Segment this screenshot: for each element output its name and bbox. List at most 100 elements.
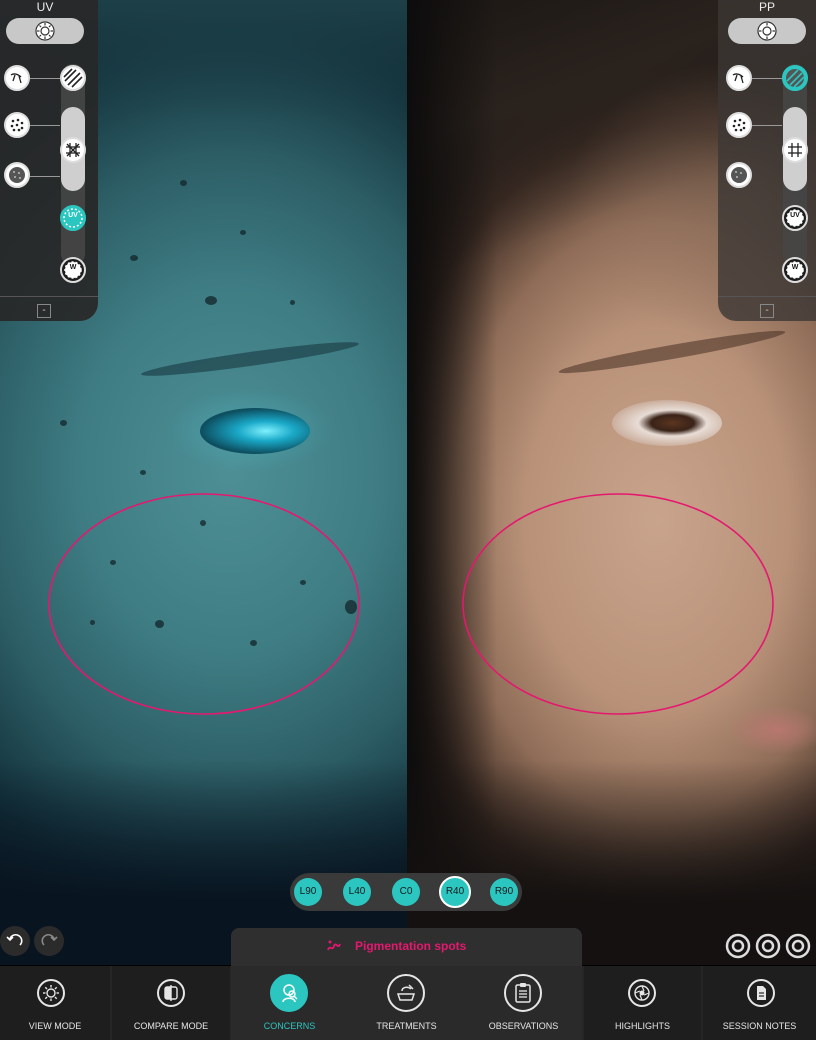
- nav-session-notes[interactable]: SESSION NOTES: [703, 966, 816, 1040]
- pores-icon: [10, 118, 24, 132]
- pigment-spot: [180, 180, 187, 186]
- wrinkles-icon: [10, 73, 22, 84]
- spots-icon: [9, 167, 25, 183]
- concern-label: Pigmentation spots: [355, 939, 467, 953]
- nav-center-group: CONCERNS TREATMENTS OBSERVATIONS: [231, 966, 582, 1040]
- compare-icon: [157, 979, 185, 1007]
- nav-compare-mode[interactable]: COMPARE MODE: [112, 966, 230, 1040]
- white-light-mode-button[interactable]: W: [60, 257, 86, 283]
- nav-label: VIEW MODE: [28, 1021, 82, 1031]
- treatments-icon: [387, 974, 425, 1012]
- grid-filter-button[interactable]: [60, 137, 86, 163]
- w-label: W: [69, 264, 77, 271]
- angle-button-r40[interactable]: R40: [439, 876, 471, 908]
- angle-button-c0[interactable]: C0: [392, 878, 420, 906]
- clipboard-icon: [504, 974, 542, 1012]
- pigment-spot: [290, 300, 295, 305]
- pigment-spot: [110, 560, 116, 565]
- pigment-spot: [140, 470, 146, 475]
- nav-label: SESSION NOTES: [722, 1021, 797, 1031]
- texture-filter-button[interactable]: [60, 65, 86, 91]
- nav-label: COMPARE MODE: [133, 1021, 209, 1031]
- pores-icon: [732, 118, 746, 132]
- pigment-spot: [155, 620, 164, 628]
- nav-label: HIGHLIGHTS: [614, 1021, 670, 1031]
- nav-observations[interactable]: OBSERVATIONS: [465, 966, 582, 1040]
- aperture-icon: [628, 979, 656, 1007]
- spots-icon: [731, 167, 747, 183]
- capture-angle-selector: L90 L40 C0 R40 R90: [290, 873, 522, 911]
- nav-concerns[interactable]: CONCERNS: [231, 966, 348, 1040]
- wrinkles-icon: [732, 73, 744, 84]
- eye: [200, 408, 310, 454]
- nav-label: CONCERNS: [263, 1021, 316, 1031]
- redo-button[interactable]: [34, 926, 64, 956]
- panel-divider: [718, 296, 816, 297]
- white-light-mode-button[interactable]: W: [782, 257, 808, 283]
- grid-filter-button[interactable]: [782, 137, 808, 163]
- pigment-spot: [300, 580, 306, 585]
- connector-line: [30, 78, 60, 79]
- selected-concern-bar[interactable]: Pigmentation spots: [231, 928, 582, 966]
- angle-button-l40[interactable]: L40: [343, 878, 371, 906]
- texture-filter-button[interactable]: [782, 65, 808, 91]
- sun-gear-icon: [37, 979, 65, 1007]
- uv-label: UV: [68, 212, 78, 219]
- connector-line: [30, 125, 60, 126]
- nav-highlights[interactable]: HIGHLIGHTS: [584, 966, 701, 1040]
- grid-icon: [788, 143, 802, 157]
- uv-mode-button[interactable]: UV: [60, 205, 86, 231]
- nav-treatments[interactable]: TREATMENTS: [348, 966, 465, 1040]
- eyebrow: [140, 336, 360, 382]
- eye: [612, 400, 722, 446]
- bottom-navigation: VIEW MODE COMPARE MODE CONCERNS TREATMEN…: [0, 966, 816, 1040]
- spots-filter-button[interactable]: [726, 162, 752, 188]
- pores-filter-button[interactable]: [4, 112, 30, 138]
- texture-icon: [63, 68, 83, 88]
- undo-icon: [6, 933, 23, 946]
- spots-filter-button[interactable]: [4, 162, 30, 188]
- pigment-spot: [130, 255, 138, 261]
- w-label: W: [791, 264, 799, 271]
- lips: [727, 705, 816, 755]
- connector-line: [30, 176, 60, 177]
- pores-filter-button[interactable]: [726, 112, 752, 138]
- sun-gear-icon: [757, 21, 777, 41]
- nav-view-mode[interactable]: VIEW MODE: [0, 966, 110, 1040]
- pigment-spot: [240, 230, 246, 235]
- nav-label: TREATMENTS: [376, 1021, 437, 1031]
- panel-divider: [0, 296, 98, 297]
- concerns-icon: [270, 974, 308, 1012]
- undo-button[interactable]: [0, 926, 30, 956]
- left-image-mode-panel: UV UV W -: [0, 0, 98, 321]
- pigment-spot: [205, 296, 217, 305]
- uv-mode-button[interactable]: UV: [782, 205, 808, 231]
- wrinkles-filter-button[interactable]: [4, 65, 30, 91]
- angle-button-r90[interactable]: R90: [490, 878, 518, 906]
- collapse-panel-button[interactable]: -: [760, 304, 774, 318]
- sun-gear-icon: [35, 21, 55, 41]
- angle-button-l90[interactable]: L90: [294, 878, 322, 906]
- nav-label: OBSERVATIONS: [488, 1021, 559, 1031]
- eyebrow: [557, 325, 787, 379]
- right-image-mode-panel: PP UV W -: [718, 0, 816, 321]
- light-mode-toggle[interactable]: [728, 18, 806, 44]
- camera-rings-graphic: [725, 933, 811, 959]
- pigment-spot: [345, 600, 357, 614]
- redo-icon: [41, 933, 58, 946]
- light-mode-toggle[interactable]: [6, 18, 84, 44]
- pigment-spot: [60, 420, 67, 426]
- texture-icon: [786, 69, 805, 88]
- connector-line: [752, 125, 782, 126]
- notes-icon: [747, 979, 775, 1007]
- wrinkles-filter-button[interactable]: [726, 65, 752, 91]
- pigment-spot: [200, 520, 206, 526]
- pigmentation-icon: [327, 940, 341, 951]
- pigment-spot: [250, 640, 257, 646]
- panel-title: PP: [758, 0, 775, 14]
- grid-icon: [66, 143, 80, 157]
- panel-title: UV: [36, 0, 54, 14]
- uv-label: UV: [790, 212, 800, 219]
- collapse-panel-button[interactable]: -: [37, 304, 51, 318]
- connector-line: [752, 78, 782, 79]
